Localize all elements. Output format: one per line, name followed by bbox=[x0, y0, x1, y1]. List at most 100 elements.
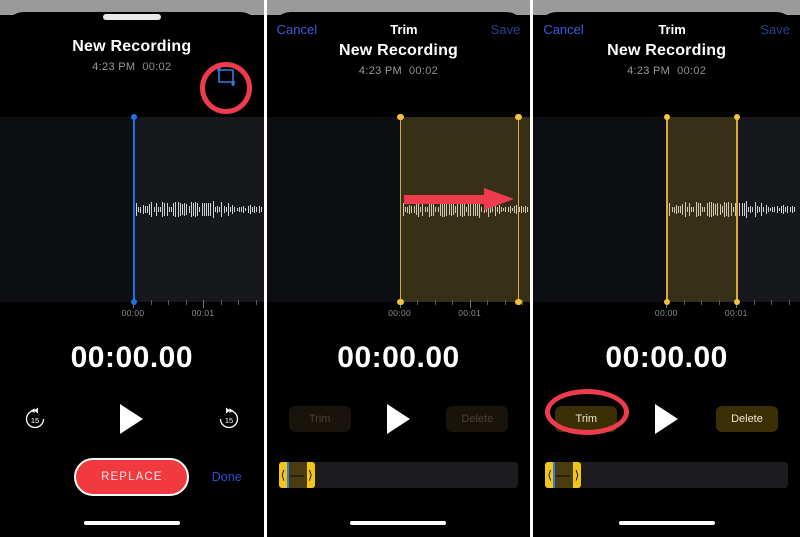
waveform-bar bbox=[168, 207, 170, 212]
scrubber-playhead bbox=[286, 462, 289, 488]
annotation-arrow-drag-right bbox=[403, 188, 519, 210]
waveform-bar bbox=[232, 205, 234, 214]
scrubber-selection[interactable]: ⟨ ⟩ bbox=[545, 462, 582, 488]
waveform-bar bbox=[155, 203, 157, 216]
time-display: 00:00.00 bbox=[337, 341, 460, 374]
scrubber-selection[interactable]: ⟨ ⟩ bbox=[278, 462, 315, 488]
waveform-bar bbox=[175, 201, 177, 218]
scrubber-right-chevron-icon[interactable]: ⟩ bbox=[575, 469, 580, 481]
waveform-bar bbox=[210, 203, 212, 216]
waveform-bar bbox=[741, 203, 743, 216]
play-button[interactable] bbox=[386, 404, 410, 434]
waveform-bar bbox=[186, 204, 188, 215]
nav-title: Trim bbox=[390, 21, 418, 37]
waveform-bar bbox=[236, 207, 238, 212]
done-button[interactable]: Done bbox=[212, 470, 242, 484]
waveform-bar bbox=[177, 202, 179, 217]
waveform-bar bbox=[216, 206, 218, 213]
waveform-bar bbox=[149, 204, 151, 215]
nav-title: Trim bbox=[658, 21, 686, 37]
waveform-bar bbox=[173, 203, 175, 216]
trim-button[interactable]: Trim bbox=[288, 406, 351, 432]
recording-duration: 00:02 bbox=[142, 61, 172, 73]
scrubber-playhead bbox=[553, 462, 556, 488]
waveform-bar bbox=[787, 206, 789, 213]
replace-button[interactable]: REPLACE bbox=[74, 458, 190, 496]
waveform-viewport[interactable] bbox=[0, 117, 264, 302]
scrubber-track[interactable]: ⟨ ⟩ bbox=[545, 462, 788, 488]
waveform-bar bbox=[767, 206, 769, 213]
waveform-bar bbox=[181, 203, 183, 216]
trim-handle-start[interactable] bbox=[663, 113, 671, 306]
ruler-tick-minor bbox=[452, 300, 454, 305]
trim-handle-start-dot-top bbox=[397, 113, 404, 121]
waveform-bar bbox=[190, 201, 192, 218]
waveform-bar bbox=[146, 205, 148, 214]
scrubber-left-chevron-icon[interactable]: ⟨ bbox=[281, 469, 286, 481]
waveform-bar bbox=[761, 203, 763, 216]
delete-button[interactable]: Delete bbox=[446, 406, 509, 432]
waveform-bar bbox=[789, 206, 791, 213]
cancel-button[interactable]: Cancel bbox=[277, 22, 317, 37]
waveform-bar bbox=[171, 206, 172, 213]
delete-button[interactable]: Delete bbox=[715, 406, 778, 432]
waveform-bar bbox=[157, 206, 159, 213]
waveform-bar bbox=[136, 203, 137, 216]
recording-meta: 4:23 PM 00:02 bbox=[267, 65, 531, 77]
playhead-dot-top bbox=[130, 114, 137, 120]
save-button[interactable]: Save bbox=[491, 22, 521, 37]
waveform-bar bbox=[256, 206, 258, 213]
skip-forward-15-icon: 15 bbox=[219, 407, 238, 429]
play-button[interactable] bbox=[120, 404, 144, 434]
waveform-bar bbox=[142, 204, 144, 215]
time-display: 00:00.00 bbox=[605, 341, 728, 374]
ruler-label: 00:00 bbox=[654, 308, 678, 318]
skip-forward-15-button[interactable]: 15 bbox=[216, 406, 242, 432]
recording-header: New Recording 4:23 PM 00:02 bbox=[533, 42, 800, 77]
ruler-tick-minor bbox=[434, 300, 436, 305]
playhead-line[interactable] bbox=[130, 114, 137, 305]
scrubber-track[interactable]: ⟨ ⟩ bbox=[278, 462, 519, 488]
save-button[interactable]: Save bbox=[760, 22, 790, 37]
ruler-tick-minor bbox=[504, 300, 506, 305]
waveform-bar bbox=[201, 203, 203, 216]
trim-handle-end[interactable] bbox=[733, 113, 741, 306]
waveform-bar bbox=[151, 201, 153, 218]
svg-text:15: 15 bbox=[31, 416, 39, 425]
waveform-bar bbox=[153, 207, 155, 212]
ruler-tick-minor bbox=[150, 300, 152, 305]
ruler-tick-minor bbox=[220, 300, 222, 305]
waveform-bar bbox=[179, 202, 181, 217]
recording-duration: 00:02 bbox=[409, 65, 439, 77]
scrubber-selection-line bbox=[289, 475, 304, 477]
ruler-tick-major bbox=[469, 300, 471, 308]
playhead-dot-bottom bbox=[130, 299, 137, 305]
ruler-tick-minor bbox=[522, 300, 524, 305]
cancel-button[interactable]: Cancel bbox=[543, 22, 583, 37]
trim-handle-start[interactable] bbox=[397, 113, 404, 306]
ruler-tick-minor bbox=[718, 300, 720, 305]
waveform-bar bbox=[260, 206, 262, 213]
trim-handle-end-dot-bottom bbox=[515, 298, 522, 306]
waveform-bar bbox=[739, 202, 741, 217]
play-button[interactable] bbox=[655, 404, 679, 434]
svg-text:15: 15 bbox=[224, 416, 232, 425]
waveform-bar bbox=[212, 201, 214, 218]
ruler-tick-minor bbox=[238, 300, 239, 305]
screenshot-stage: New Recording 4:23 PM 00:02 00:00 00:01 bbox=[0, 0, 800, 537]
skip-back-15-button[interactable]: 15 bbox=[22, 406, 48, 432]
recording-duration: 00:02 bbox=[677, 65, 707, 77]
annotation-ellipse-trim-button bbox=[545, 389, 630, 435]
waveform-bar bbox=[238, 207, 240, 212]
scrubber-right-chevron-icon[interactable]: ⟩ bbox=[308, 469, 313, 481]
waveform-bar bbox=[783, 204, 785, 215]
trim-handle-end-dot-top bbox=[515, 113, 522, 121]
waveform-bar bbox=[765, 205, 767, 214]
scrubber-left-chevron-icon[interactable]: ⟨ bbox=[547, 469, 552, 481]
nav-bar: Cancel Trim Save bbox=[533, 18, 800, 40]
ruler-tick-minor bbox=[788, 300, 790, 305]
waveform-bar bbox=[188, 205, 190, 214]
speaker-notch bbox=[102, 14, 161, 20]
page-title: New Recording bbox=[338, 42, 459, 59]
ruler-tick-minor bbox=[771, 300, 773, 305]
